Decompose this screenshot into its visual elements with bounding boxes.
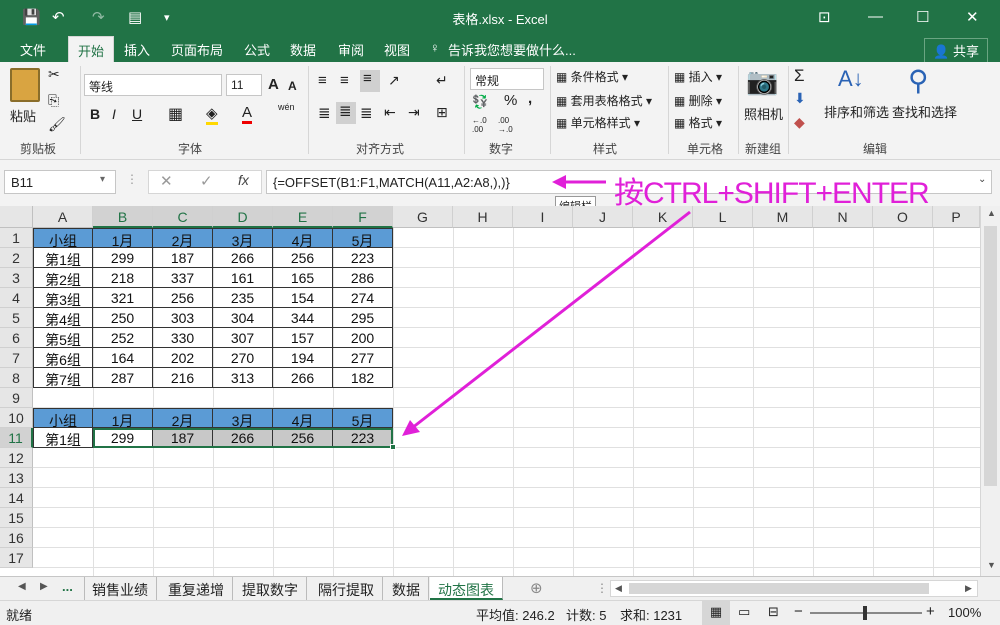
sheet-tab[interactable]: 隔行提取 (310, 577, 383, 600)
zoom-in-icon[interactable]: + (926, 603, 935, 620)
scroll-down-icon[interactable]: ▼ (987, 560, 996, 570)
average-status: 平均值: 246.2 (476, 608, 555, 623)
zoom-slider-thumb[interactable] (863, 606, 867, 620)
annotation-arrows (402, 175, 691, 436)
next-sheet-icon[interactable]: ▶ (40, 581, 48, 592)
hscroll-thumb[interactable] (629, 583, 929, 594)
ready-status: 就绪 (6, 608, 33, 623)
scroll-left-icon[interactable]: ◀ (615, 583, 622, 594)
page-layout-icon[interactable]: ▭ (738, 604, 750, 620)
prev-sheet-icon[interactable]: ◀ (18, 581, 26, 592)
sheet-tab[interactable]: 提取数字 (234, 577, 307, 600)
sum-status: 求和: 1231 (620, 608, 683, 623)
add-sheet-icon[interactable]: ⊕ (530, 579, 543, 597)
sheet-tabs-bar: ◀ ▶ ... 销售业绩 重复递增 提取数字 隔行提取 数据 动态图表 ⊕ ⋮ … (0, 576, 1000, 601)
sheet-tab[interactable]: 销售业绩 (84, 577, 157, 600)
count-status: 计数: 5 (566, 608, 607, 623)
arrow-to-cell (411, 210, 691, 430)
vertical-scrollbar[interactable]: ▲ ▼ (980, 206, 1000, 576)
zoom-level[interactable]: 100% (948, 605, 981, 620)
arrow-head-formula (552, 175, 566, 189)
more-icon: ⋮ (596, 581, 608, 595)
status-bar: 就绪 平均值: 246.2 计数: 5 求和: 1231 ▦ ▭ ⊟ − + 1… (0, 600, 1000, 625)
sheet-tab[interactable]: 重复递增 (160, 577, 233, 600)
normal-view-icon[interactable]: ▦ (702, 601, 730, 625)
more-sheets-icon[interactable]: ... (62, 579, 73, 594)
horizontal-scrollbar[interactable]: ◀ ▶ (610, 580, 978, 597)
sheet-tab-active[interactable]: 动态图表 (430, 577, 503, 600)
scroll-up-icon[interactable]: ▲ (987, 208, 996, 218)
scroll-right-icon[interactable]: ▶ (965, 583, 972, 594)
zoom-out-icon[interactable]: − (794, 603, 803, 620)
scroll-thumb[interactable] (984, 226, 997, 486)
page-break-icon[interactable]: ⊟ (768, 604, 779, 620)
sheet-tab[interactable]: 数据 (384, 577, 429, 600)
